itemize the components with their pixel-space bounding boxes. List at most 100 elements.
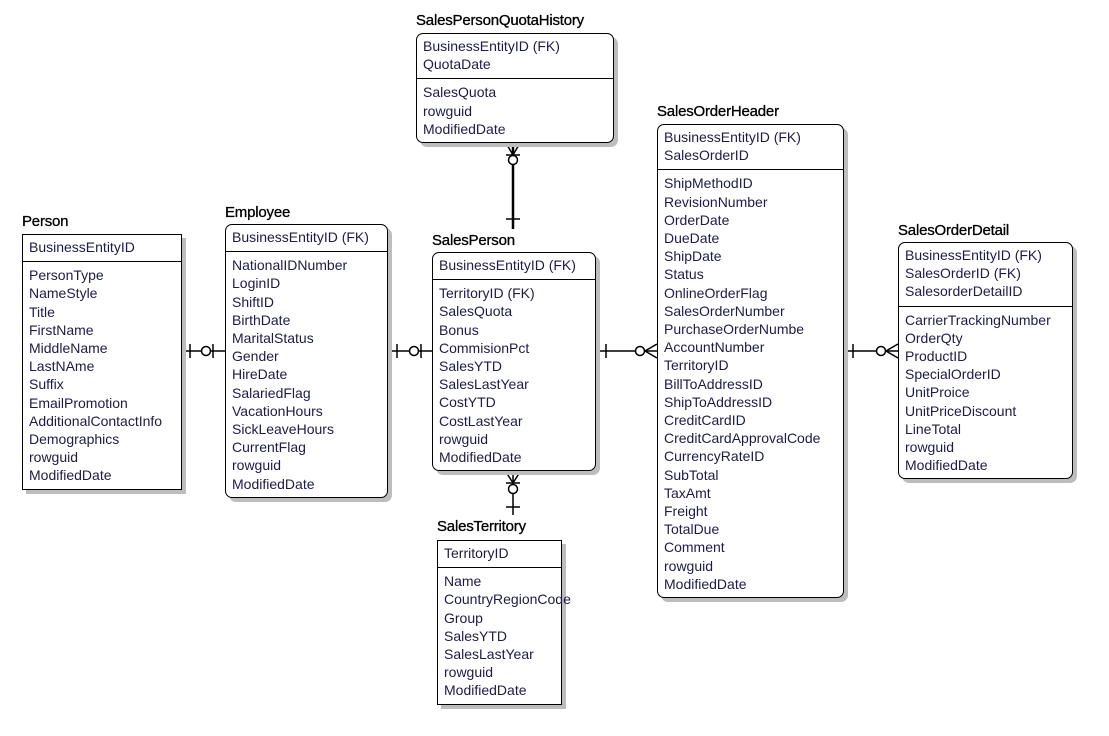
entity-box: BusinessEntityID (FK) NationalIDNumber Log…: [225, 224, 388, 498]
attribute-section: CarrierTrackingNumber OrderQty ProductID Sp…: [899, 307, 1072, 479]
attribute-field: CountryRegionCode: [444, 591, 571, 608]
attribute-field: AccountNumber: [664, 339, 765, 356]
primary-key-section: BusinessEntityID (FK): [433, 253, 595, 281]
attribute-field: CreditCardID: [664, 412, 746, 429]
attribute-field: Bonus: [439, 321, 479, 338]
attribute-field: UnitProice: [905, 384, 970, 401]
attribute-field: HireDate: [232, 366, 288, 383]
attribute-section: TerritoryID (FK) SalesQuota Bonus Commision…: [433, 280, 595, 470]
attribute-field: ShiftID: [232, 293, 275, 310]
relationship-salesperson-quotahistory: [505, 142, 521, 229]
attribute-field: CostYTD: [439, 394, 496, 411]
key-field: SalesOrderID: [664, 147, 749, 164]
key-field: SalesorderDetailID: [905, 283, 1023, 300]
attribute-field: PersonType: [29, 267, 104, 284]
entity-box: BusinessEntityID (FK) SalesOrderID (FK) Sa…: [898, 242, 1073, 480]
attribute-field: SickLeaveHours: [232, 421, 334, 438]
attribute-field: ModifiedDate: [905, 457, 988, 474]
attribute-field: TotalDue: [664, 521, 720, 538]
entity-title: SalesPersonQuotaHistory: [416, 12, 584, 29]
attribute-field: SalariedFlag: [232, 384, 311, 401]
relationship-salesterritory-salesperson: [505, 471, 521, 515]
attribute-field: RevisionNumber: [664, 193, 768, 210]
attribute-field: Group: [444, 609, 483, 626]
attribute-field: ShipToAddressID: [664, 393, 773, 410]
relationship-salesorderheader-salesorderdetail: [842, 343, 899, 359]
attribute-field: ModifiedDate: [444, 682, 527, 699]
attribute-field: rowguid: [29, 449, 79, 466]
primary-key-section: BusinessEntityID (FK) SalesOrderID: [658, 125, 843, 171]
attribute-field: Status: [664, 266, 704, 283]
relationship-person-employee: [180, 344, 225, 358]
attribute-section: SalesQuota rowguid ModifiedDate: [417, 79, 613, 142]
relationship-employee-salesperson: [386, 344, 432, 358]
attribute-field: SalesQuota: [423, 84, 497, 101]
primary-key-section: BusinessEntityID (FK) SalesOrderID (FK) Sa…: [899, 243, 1072, 307]
entity-box: BusinessEntityID (FK) SalesOrderID ShipMet…: [657, 124, 844, 599]
key-field: BusinessEntityID (FK): [439, 257, 576, 273]
attribute-field: MaritalStatus: [232, 330, 314, 347]
attribute-field: CurrentFlag: [232, 439, 306, 456]
attribute-field: CommisionPct: [439, 339, 530, 356]
entity-title: SalesPerson: [432, 232, 515, 249]
attribute-field: SpecialOrderID: [905, 366, 1001, 383]
attribute-field: DueDate: [664, 230, 720, 247]
attribute-field: Freight: [664, 503, 708, 520]
entity-box: BusinessEntityID (FK) TerritoryID (FK) Sal…: [432, 252, 596, 472]
entity-box: BusinessEntityID PersonType NameStyle Title…: [22, 234, 182, 490]
attribute-field: MiddleName: [29, 340, 108, 357]
entity-title: SalesTerritory: [437, 518, 526, 535]
attribute-field: ShipDate: [664, 248, 722, 265]
attribute-field: CostLastYear: [439, 412, 523, 429]
attribute-field: Suffix: [29, 376, 64, 393]
attribute-field: ShipMethodID: [664, 175, 753, 192]
primary-key-section: BusinessEntityID: [23, 235, 181, 263]
attribute-field: ModifiedDate: [439, 449, 522, 466]
attribute-field: BirthDate: [232, 311, 291, 328]
attribute-field: NationalIDNumber: [232, 257, 348, 274]
key-field: QuotaDate: [423, 56, 491, 73]
attribute-field: CreditCardApprovalCode: [664, 430, 821, 447]
attribute-field: Name: [444, 573, 482, 590]
key-field: TerritoryID: [444, 545, 509, 561]
key-field: BusinessEntityID (FK): [423, 38, 560, 54]
attribute-field: SalesOrderNumber: [664, 302, 785, 319]
attribute-field: TerritoryID: [664, 357, 729, 374]
attribute-field: LastNAme: [29, 358, 95, 375]
entity-title: SalesOrderHeader: [657, 103, 779, 120]
attribute-field: LoginID: [232, 275, 281, 292]
attribute-field: OrderDate: [664, 211, 730, 228]
attribute-section: ShipMethodID RevisionNumber OrderDate DueDa…: [658, 170, 843, 597]
primary-key-section: TerritoryID: [438, 541, 561, 569]
attribute-field: ModifiedDate: [232, 475, 315, 492]
attribute-field: CarrierTrackingNumber: [905, 311, 1051, 328]
attribute-field: Title: [29, 303, 55, 320]
attribute-field: NameStyle: [29, 285, 98, 302]
key-field: BusinessEntityID (FK): [232, 229, 369, 245]
relationship-salesperson-salesorderheader: [594, 343, 658, 359]
attribute-field: BillToAddressID: [664, 375, 763, 392]
attribute-section: PersonType NameStyle Title FirstName MiddleN…: [23, 262, 181, 488]
entity-title: Person: [22, 213, 69, 230]
attribute-field: LineTotal: [905, 420, 962, 437]
key-field: BusinessEntityID (FK): [664, 129, 801, 145]
attribute-field: FirstName: [29, 321, 94, 338]
primary-key-section: BusinessEntityID (FK) QuotaDate: [417, 34, 613, 80]
attribute-field: EmailPromotion: [29, 394, 128, 411]
attribute-field: TerritoryID (FK): [439, 285, 535, 302]
attribute-field: rowguid: [664, 557, 714, 574]
attribute-field: rowguid: [232, 457, 282, 474]
attribute-field: TaxAmt: [664, 484, 711, 501]
attribute-field: UnitPriceDiscount: [905, 402, 1017, 419]
entity-box: BusinessEntityID (FK) QuotaDate SalesQuota…: [416, 33, 614, 144]
entity-title: SalesOrderDetail: [898, 222, 1010, 239]
attribute-field: CurrencyRateID: [664, 448, 765, 465]
attribute-field: Comment: [664, 539, 725, 556]
attribute-section: NationalIDNumber LoginID ShiftID BirthDate M…: [226, 252, 387, 497]
attribute-field: SalesQuota: [439, 303, 513, 320]
attribute-section: Name CountryRegionCode Group SalesYTD SalesL…: [438, 568, 571, 703]
entity-box: TerritoryID Name CountryRegionCode Group Sal…: [437, 540, 571, 705]
attribute-field: ModifiedDate: [423, 120, 506, 137]
attribute-field: SubTotal: [664, 466, 719, 483]
attribute-field: VacationHours: [232, 402, 323, 419]
